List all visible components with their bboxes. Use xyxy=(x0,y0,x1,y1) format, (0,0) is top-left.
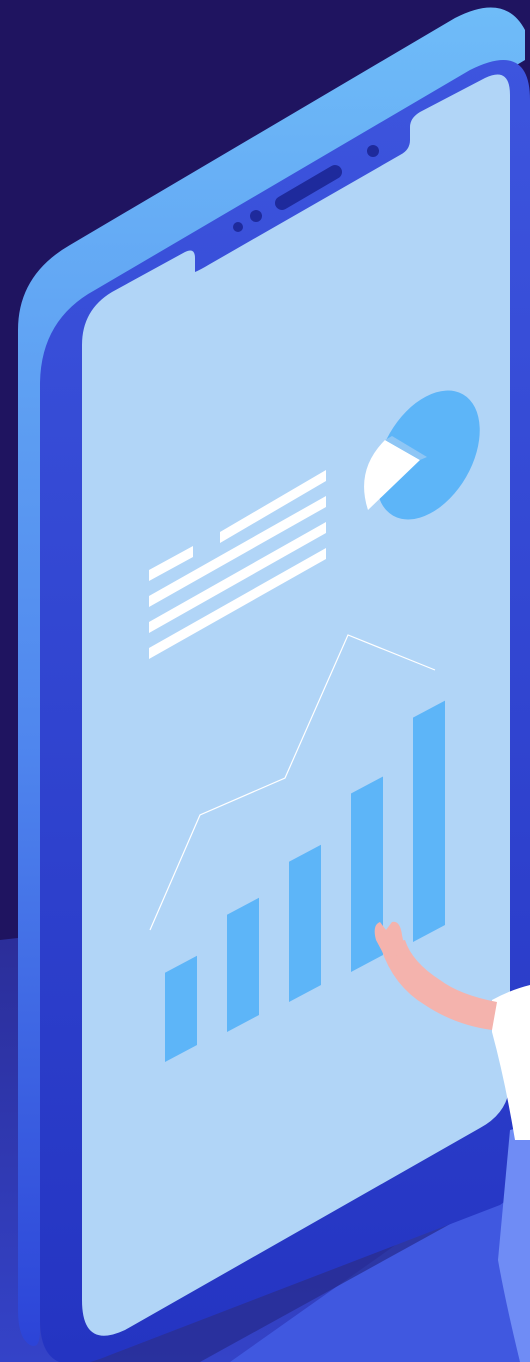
camera-dot xyxy=(367,145,379,157)
bar-1 xyxy=(165,955,197,1062)
illustration-scene xyxy=(0,0,530,1362)
sensor-dot-2 xyxy=(250,210,262,222)
bar-5 xyxy=(413,700,445,942)
bar-3 xyxy=(289,844,321,1002)
bar-2 xyxy=(227,897,259,1032)
sensor-dot-1 xyxy=(233,222,243,232)
